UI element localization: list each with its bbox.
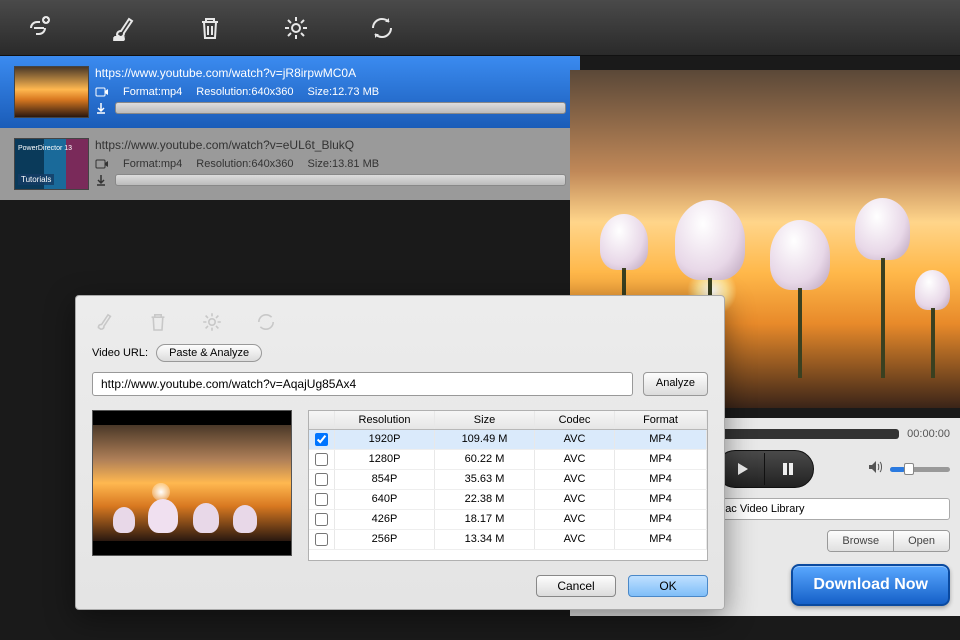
download-list: https://www.youtube.com/watch?v=jR8irpwM…	[0, 56, 580, 200]
format-row[interactable]: 256P13.34 MAVCMP4	[309, 530, 707, 550]
cell-resolution: 854P	[335, 470, 435, 489]
ok-button[interactable]: OK	[628, 575, 708, 597]
download-resolution: Resolution:640x360	[196, 158, 293, 170]
cell-size: 18.17 M	[435, 510, 535, 529]
cell-resolution: 426P	[335, 510, 435, 529]
volume-icon[interactable]	[868, 460, 884, 479]
col-format[interactable]: Format	[615, 411, 707, 429]
format-checkbox[interactable]	[315, 513, 328, 526]
cell-size: 22.38 M	[435, 490, 535, 509]
format-checkbox[interactable]	[315, 493, 328, 506]
format-row[interactable]: 1920P109.49 MAVCMP4	[309, 430, 707, 450]
cell-format: MP4	[615, 510, 707, 529]
cell-resolution: 1920P	[335, 430, 435, 449]
refresh-icon[interactable]	[364, 10, 400, 46]
cell-format: MP4	[615, 490, 707, 509]
cell-resolution: 256P	[335, 530, 435, 549]
cell-size: 109.49 M	[435, 430, 535, 449]
download-thumbnail	[14, 138, 89, 190]
cell-resolution: 640P	[335, 490, 435, 509]
cell-codec: AVC	[535, 430, 615, 449]
paintbrush-icon[interactable]: 100%	[106, 10, 142, 46]
refresh-icon[interactable]	[254, 310, 280, 336]
browse-button[interactable]: Browse	[828, 531, 894, 551]
time-label: 00:00:00	[907, 428, 950, 440]
format-checkbox[interactable]	[315, 433, 328, 446]
paintbrush-icon[interactable]	[92, 310, 118, 336]
cell-size: 13.34 M	[435, 530, 535, 549]
col-size[interactable]: Size	[435, 411, 535, 429]
url-input[interactable]	[92, 372, 633, 396]
cell-codec: AVC	[535, 490, 615, 509]
download-item[interactable]: https://www.youtube.com/watch?v=eUL6t_Bl…	[0, 128, 580, 200]
col-codec[interactable]: Codec	[535, 411, 615, 429]
format-row[interactable]: 640P22.38 MAVCMP4	[309, 490, 707, 510]
download-progress	[115, 102, 566, 114]
video-url-label: Video URL:	[92, 347, 148, 359]
play-button[interactable]	[719, 453, 765, 485]
download-size: Size:12.73 MB	[308, 86, 380, 98]
format-checkbox[interactable]	[315, 533, 328, 546]
format-row[interactable]: 426P18.17 MAVCMP4	[309, 510, 707, 530]
camera-icon	[95, 86, 109, 98]
cell-codec: AVC	[535, 530, 615, 549]
trash-icon[interactable]	[192, 10, 228, 46]
analyze-button[interactable]: Analyze	[643, 372, 708, 396]
download-arrow-icon	[95, 102, 109, 114]
download-format: Format:mp4	[123, 86, 182, 98]
cell-size: 35.63 M	[435, 470, 535, 489]
format-row[interactable]: 854P35.63 MAVCMP4	[309, 470, 707, 490]
trash-icon[interactable]	[146, 310, 172, 336]
col-checkbox	[309, 411, 335, 429]
open-button[interactable]: Open	[894, 531, 949, 551]
dialog-toolbar	[92, 310, 708, 336]
download-url: https://www.youtube.com/watch?v=eUL6t_Bl…	[95, 138, 566, 152]
format-row[interactable]: 1280P60.22 MAVCMP4	[309, 450, 707, 470]
main-toolbar: 100%	[0, 0, 960, 56]
download-thumbnail	[14, 66, 89, 118]
camera-icon	[95, 158, 109, 170]
cell-resolution: 1280P	[335, 450, 435, 469]
analyze-dialog: Video URL: Paste & Analyze Analyze Resol…	[75, 295, 725, 610]
formats-table: Resolution Size Codec Format 1920P109.49…	[308, 410, 708, 561]
cell-codec: AVC	[535, 450, 615, 469]
download-size: Size:13.81 MB	[308, 158, 380, 170]
volume-slider[interactable]	[890, 467, 950, 472]
format-checkbox[interactable]	[315, 473, 328, 486]
download-url: https://www.youtube.com/watch?v=jR8irpwM…	[95, 66, 566, 80]
cancel-button[interactable]: Cancel	[536, 575, 616, 597]
download-now-button[interactable]: Download Now	[791, 564, 950, 606]
cell-format: MP4	[615, 530, 707, 549]
cell-codec: AVC	[535, 510, 615, 529]
format-checkbox[interactable]	[315, 453, 328, 466]
add-link-icon[interactable]	[20, 10, 56, 46]
paste-analyze-button[interactable]: Paste & Analyze	[156, 344, 262, 362]
download-arrow-icon	[95, 174, 109, 186]
volume-handle[interactable]	[904, 463, 914, 475]
cell-codec: AVC	[535, 470, 615, 489]
gear-icon[interactable]	[200, 310, 226, 336]
svg-text:100%: 100%	[114, 36, 125, 41]
download-progress	[115, 174, 566, 186]
download-resolution: Resolution:640x360	[196, 86, 293, 98]
cell-size: 60.22 M	[435, 450, 535, 469]
download-item[interactable]: https://www.youtube.com/watch?v=jR8irpwM…	[0, 56, 580, 128]
pause-button[interactable]	[765, 453, 811, 485]
gear-icon[interactable]	[278, 10, 314, 46]
cell-format: MP4	[615, 450, 707, 469]
analyze-thumbnail	[92, 410, 292, 556]
download-format: Format:mp4	[123, 158, 182, 170]
cell-format: MP4	[615, 470, 707, 489]
col-resolution[interactable]: Resolution	[335, 411, 435, 429]
cell-format: MP4	[615, 430, 707, 449]
